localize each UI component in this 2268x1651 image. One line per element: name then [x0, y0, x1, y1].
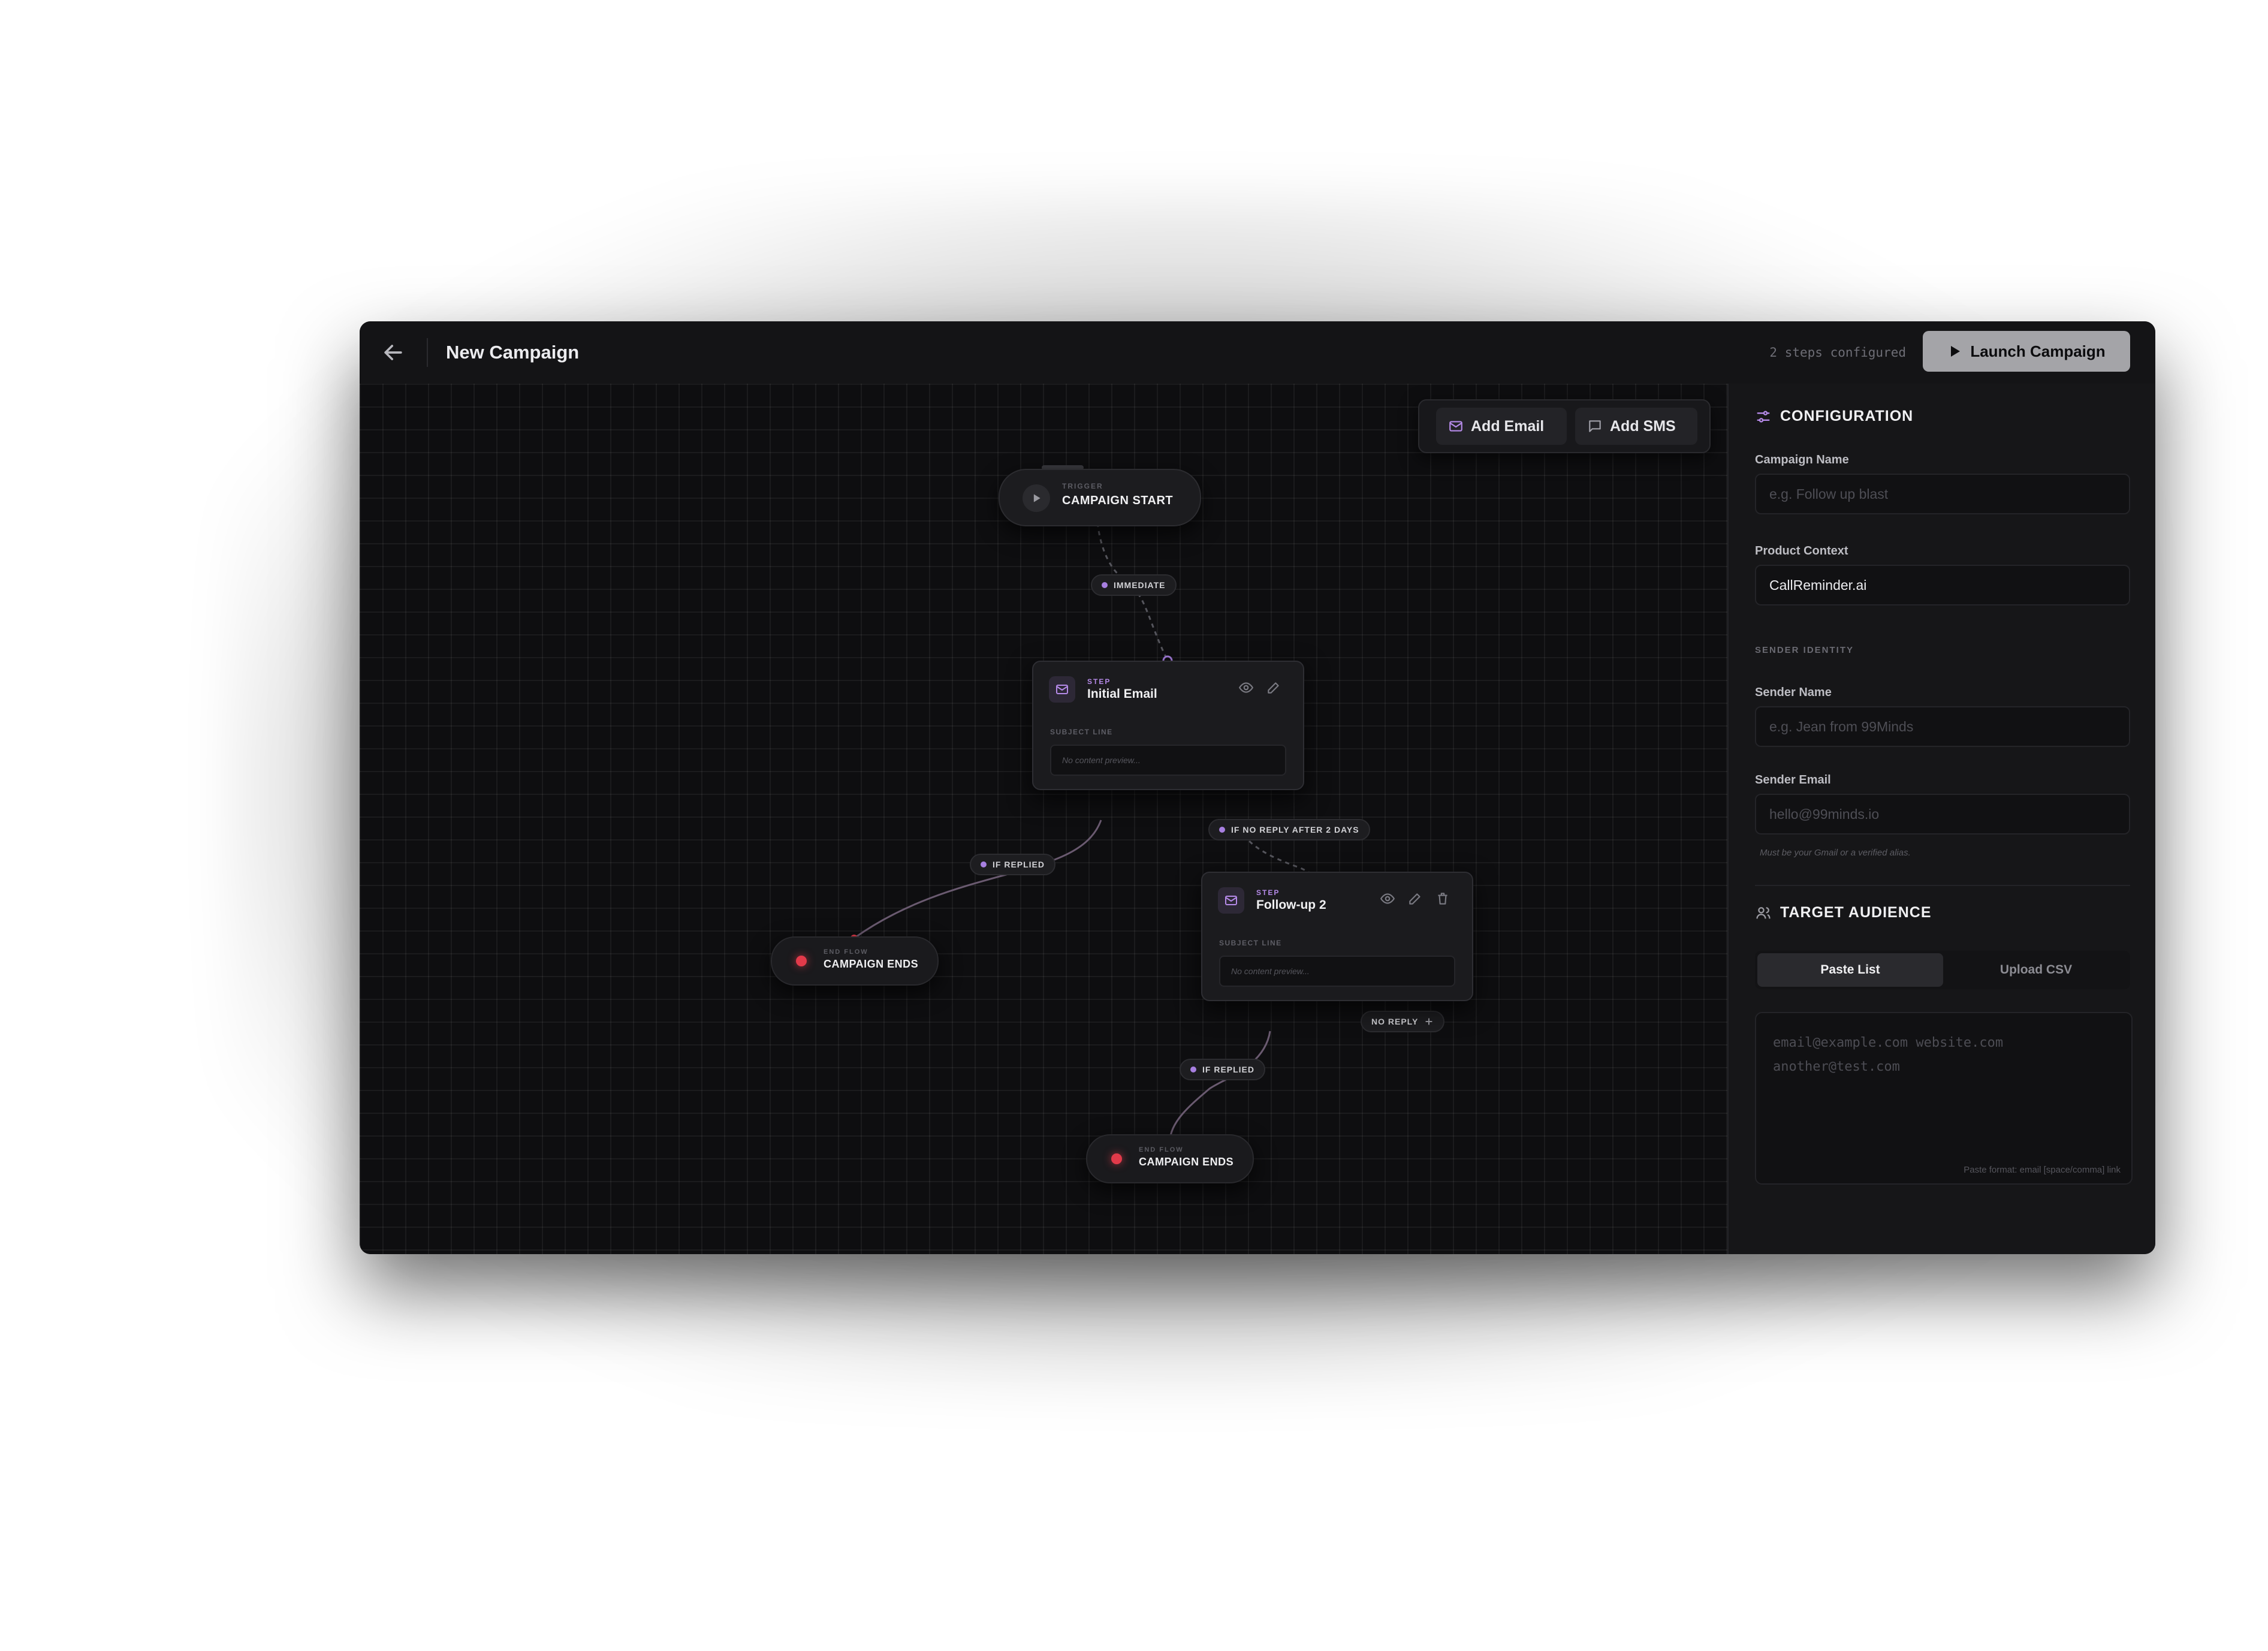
audience-source-toggle: Paste List Upload CSV — [1755, 951, 2130, 989]
edge-initial-to-replied — [853, 820, 1102, 939]
product-context-input[interactable]: CallReminder.ai — [1755, 565, 2130, 605]
message-icon — [1589, 420, 1601, 432]
end-title: CAMPAIGN ENDS — [1139, 1156, 1234, 1168]
configuration-heading: CONFIGURATION — [1755, 408, 1913, 425]
page-title: New Campaign — [446, 342, 580, 363]
status-dot — [1219, 827, 1225, 833]
step-kicker: STEP — [1256, 888, 1280, 897]
add-sms-button[interactable]: Add SMS — [1575, 408, 1697, 445]
add-step-toolbar: Add Email Add SMS — [1418, 399, 1711, 453]
end-status-dot — [1111, 1153, 1122, 1164]
launch-campaign-button[interactable]: Launch Campaign — [1923, 331, 2130, 372]
step-title: Follow-up 2 — [1256, 898, 1326, 912]
plus-icon — [1425, 1018, 1432, 1025]
target-audience-heading: TARGET AUDIENCE — [1755, 904, 1932, 921]
subject-line-label: SUBJECT LINE — [1050, 728, 1113, 736]
content-preview: No content preview... — [1050, 745, 1286, 776]
eye-icon[interactable] — [1238, 680, 1254, 695]
sender-name-input[interactable]: e.g. Jean from 99Minds — [1755, 706, 2130, 747]
step-card-follow-up-2[interactable]: STEP Follow-up 2 SUBJECT LINE No content… — [1201, 872, 1473, 1001]
step-kicker: STEP — [1087, 677, 1111, 686]
sliders-icon — [1757, 410, 1770, 423]
users-icon — [1756, 906, 1771, 918]
edge-label-text: IF NO REPLY AFTER 2 DAYS — [1231, 825, 1359, 834]
edge-label-text: IMMEDIATE — [1114, 580, 1166, 590]
subject-line-label: SUBJECT LINE — [1219, 939, 1282, 947]
edge-label-text: IF REPLIED — [993, 860, 1045, 869]
target-audience-heading-text: TARGET AUDIENCE — [1780, 904, 1932, 921]
status-dot — [1102, 582, 1108, 588]
tab-upload-csv[interactable]: Upload CSV — [1944, 953, 2128, 987]
end-node-campaign-ends[interactable]: END FLOW CAMPAIGN ENDS — [1086, 1134, 1254, 1183]
app-window: New Campaign 2 steps configured Launch C… — [360, 321, 2155, 1254]
product-context-label: Product Context — [1755, 544, 1848, 558]
add-no-reply-branch-button[interactable]: NO REPLY — [1361, 1011, 1445, 1032]
configuration-panel: CONFIGURATION Campaign Name e.g. Follow … — [1727, 384, 2155, 1254]
edge-followup-to-replied — [1169, 1031, 1271, 1142]
trigger-kicker: TRIGGER — [1062, 482, 1103, 490]
trash-icon[interactable] — [1435, 891, 1450, 906]
audience-list-placeholder: email@example.com website.com another@te… — [1773, 1035, 2004, 1074]
sender-identity-heading: SENDER IDENTITY — [1755, 645, 1854, 655]
status-dot — [1190, 1066, 1196, 1072]
edge-label-if-replied: IF REPLIED — [970, 854, 1056, 875]
campaign-name-input[interactable]: e.g. Follow up blast — [1755, 474, 2130, 514]
add-sms-label: Add SMS — [1610, 417, 1676, 435]
end-node-campaign-ends[interactable]: END FLOW CAMPAIGN ENDS — [771, 936, 939, 986]
steps-configured-status: 2 steps configured — [1769, 345, 1906, 360]
step-card-initial-email[interactable]: STEP Initial Email SUBJECT LINE No conte… — [1032, 661, 1304, 790]
add-email-button[interactable]: Add Email — [1436, 408, 1567, 445]
launch-campaign-label: Launch Campaign — [1970, 342, 2106, 360]
tab-paste-list[interactable]: Paste List — [1757, 953, 1943, 987]
mail-icon — [1449, 421, 1462, 432]
trigger-title: CAMPAIGN START — [1062, 494, 1174, 507]
sender-email-hint: Must be your Gmail or a verified alias. — [1760, 848, 1911, 858]
add-email-label: Add Email — [1471, 417, 1545, 435]
configuration-heading-text: CONFIGURATION — [1780, 408, 1914, 424]
status-dot — [981, 861, 987, 867]
end-title: CAMPAIGN ENDS — [824, 958, 919, 970]
sender-name-label: Sender Name — [1755, 686, 1832, 699]
trigger-play-icon — [1023, 484, 1050, 512]
audience-list-textarea[interactable]: email@example.com website.com another@te… — [1755, 1012, 2133, 1185]
edit-icon[interactable] — [1407, 891, 1423, 906]
play-icon — [1951, 346, 1961, 357]
back-button[interactable] — [380, 339, 406, 366]
end-kicker: END FLOW — [1139, 1146, 1184, 1153]
mail-icon — [1049, 676, 1075, 703]
edge-label-if-replied-2: IF REPLIED — [1180, 1059, 1266, 1080]
top-bar: New Campaign 2 steps configured Launch C… — [360, 321, 2155, 385]
end-status-dot — [796, 956, 807, 966]
edge-label-text: NO REPLY — [1371, 1017, 1419, 1026]
edge-label-immediate: IMMEDIATE — [1091, 574, 1177, 596]
edge-label-no-reply-after: IF NO REPLY AFTER 2 DAYS — [1208, 819, 1370, 840]
campaign-name-label: Campaign Name — [1755, 453, 1849, 466]
content-preview: No content preview... — [1219, 956, 1455, 987]
header-divider — [427, 338, 428, 367]
end-kicker: END FLOW — [824, 948, 868, 956]
sender-email-input[interactable]: hello@99minds.io — [1755, 794, 2130, 834]
flow-canvas[interactable]: Add Email Add SMS TRIGGER CAMPAIGN START… — [360, 384, 1727, 1254]
eye-icon[interactable] — [1380, 891, 1395, 906]
arrow-left-icon — [384, 345, 402, 360]
trigger-node[interactable]: TRIGGER CAMPAIGN START — [999, 469, 1201, 526]
edge-label-text: IF REPLIED — [1202, 1065, 1255, 1074]
mail-icon — [1218, 887, 1244, 914]
section-divider — [1755, 885, 2130, 886]
edit-icon[interactable] — [1266, 680, 1281, 695]
step-title: Initial Email — [1087, 687, 1157, 701]
paste-format-hint: Paste format: email [space/comma] link — [1964, 1165, 2121, 1175]
sender-email-label: Sender Email — [1755, 773, 1831, 787]
